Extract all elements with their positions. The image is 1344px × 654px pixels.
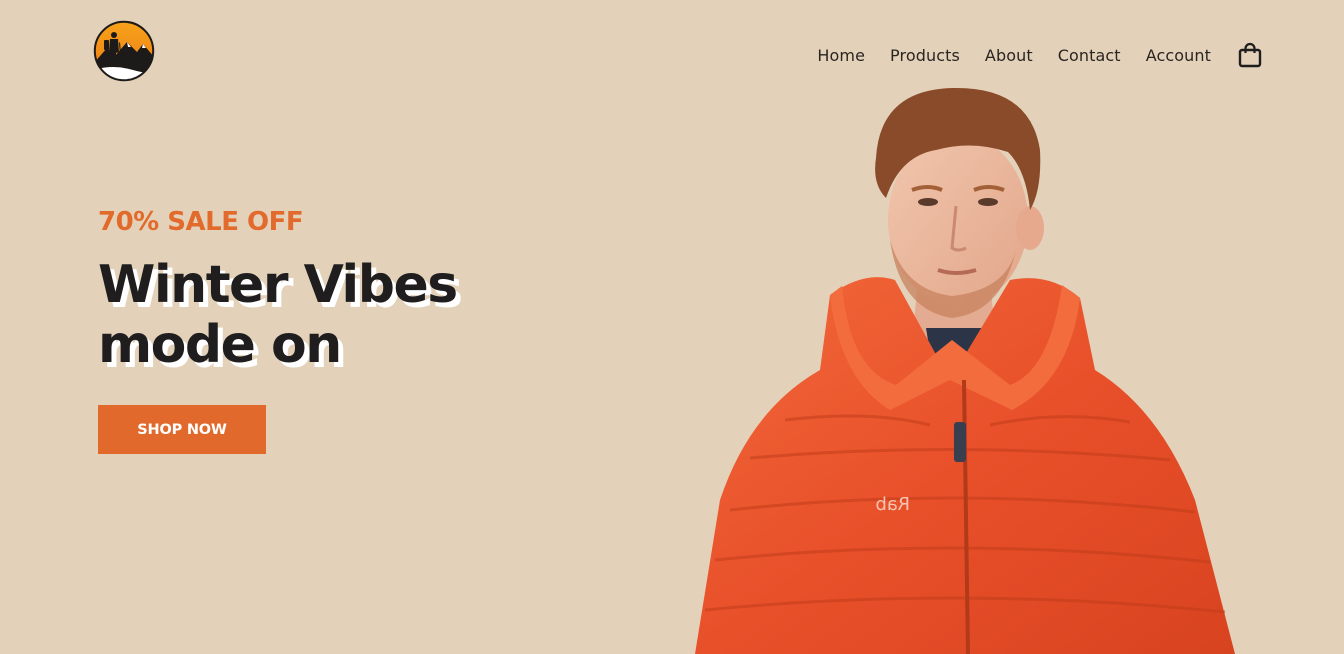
nav-account-link[interactable]: Account [1146, 46, 1211, 65]
model-in-orange-jacket-image: Rab [695, 87, 1235, 654]
nav-contact-link[interactable]: Contact [1058, 46, 1121, 65]
landing-page: Home Products About Contact Account 70% … [0, 0, 1344, 654]
sale-tagline: 70% SALE OFF [98, 207, 304, 237]
hero-copy: 70% SALE OFF Winter Vibes mode on [98, 203, 458, 375]
main-nav: Home Products About Contact Account [817, 42, 1262, 68]
shopping-bag-icon[interactable] [1238, 42, 1262, 68]
hero-headline-line2: mode on [98, 315, 342, 375]
hero-headline: Winter Vibes mode on [98, 255, 458, 375]
shop-now-button[interactable]: SHOP NOW [98, 405, 266, 454]
nav-links: Home Products About Contact Account [817, 46, 1211, 65]
nav-about-link[interactable]: About [985, 46, 1033, 65]
jacket-brand-label: Rab [875, 494, 910, 515]
logo-hiker-icon[interactable] [93, 20, 155, 82]
nav-products-link[interactable]: Products [890, 46, 960, 65]
hero-headline-line1: Winter Vibes [98, 255, 458, 315]
nav-home-link[interactable]: Home [817, 46, 865, 65]
